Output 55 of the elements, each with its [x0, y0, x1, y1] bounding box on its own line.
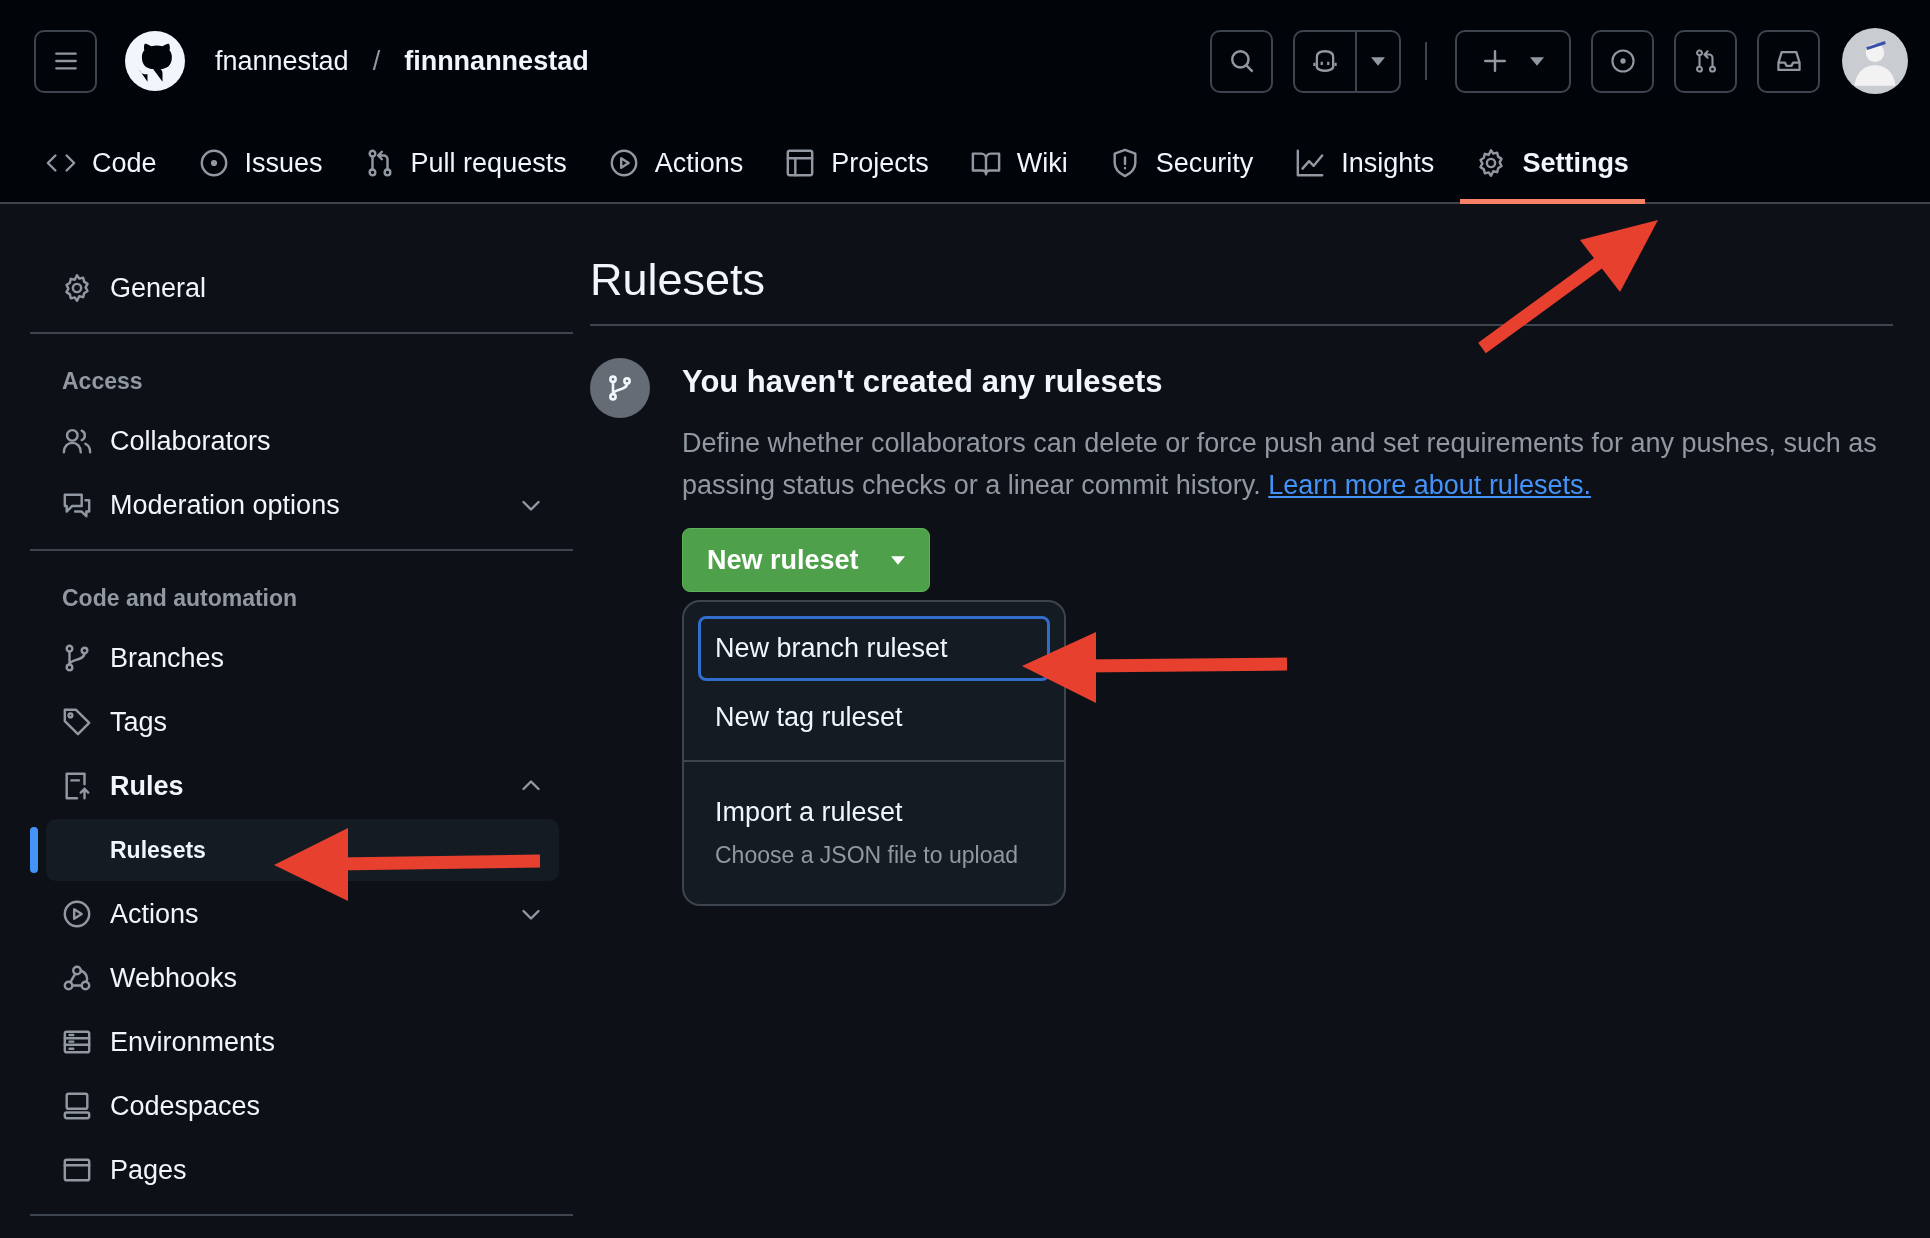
tab-label: Wiki [1016, 147, 1068, 179]
sidebar-item[interactable]: General [30, 256, 573, 320]
sidebar-item[interactable]: Environments [30, 1010, 573, 1074]
menu-item-label: New tag ruleset [715, 702, 904, 733]
section-heading: Code and automation [61, 584, 299, 613]
sidebar-item[interactable]: Pages [30, 1138, 573, 1202]
item-label: General [110, 272, 208, 304]
item-label: Rules [110, 770, 185, 802]
path-separator: / [372, 45, 381, 77]
repo-tab[interactable]: Wiki [954, 122, 1084, 204]
menu-item[interactable]: New branch ruleset [698, 616, 1050, 681]
sidebar-item[interactable]: Rules [30, 754, 573, 818]
repo-tab[interactable]: Actions [592, 122, 760, 204]
menu-item-description: Choose a JSON file to upload [715, 842, 1019, 869]
item-label: Environments [110, 1026, 277, 1058]
repo-tab[interactable]: Insights [1279, 122, 1451, 204]
sidebar-item[interactable]: Tags [30, 690, 573, 754]
empty-state-description: Define whether collaborators can delete or force push and set requirements for any pushes, such as passing status checks or a linear commit history. Learn more about rulesets. [682, 427, 1878, 502]
tab-label: Insights [1341, 147, 1435, 179]
menu-item[interactable]: Import a ruleset Choose a JSON file to upload [698, 780, 1050, 886]
item-label: Actions [110, 898, 200, 930]
menu-item[interactable]: New tag ruleset [698, 685, 1050, 750]
tab-label: Pull requests [410, 147, 567, 179]
learn-more-link[interactable]: Learn more about rulesets. [1268, 470, 1591, 500]
menu-item-label: New branch ruleset [715, 633, 949, 664]
item-label: Pages [110, 1154, 188, 1186]
sidebar-item[interactable]: Branches [30, 626, 573, 690]
sidebar-item[interactable]: Moderation options [30, 473, 573, 537]
item-label: Webhooks [110, 962, 239, 994]
tab-label: Security [1155, 147, 1254, 179]
tab-label: Projects [831, 147, 929, 179]
item-label: Collaborators [110, 425, 272, 457]
item-label: Branches [110, 642, 226, 674]
item-label: Moderation options [110, 489, 341, 521]
repo-tab[interactable]: Code [30, 122, 173, 204]
tab-label: Issues [244, 147, 323, 179]
repo-tab[interactable]: Projects [769, 122, 945, 204]
sidebar-item[interactable]: Actions [30, 882, 573, 946]
menu-item-label: Import a ruleset [715, 797, 904, 828]
repo-tab[interactable]: Security [1093, 122, 1270, 204]
tab-label: Actions [654, 147, 744, 179]
repo-tab[interactable]: Pull requests [348, 122, 583, 204]
item-label: Codespaces [110, 1090, 262, 1122]
repo-name-link[interactable]: finnnannestad [404, 45, 589, 77]
item-label: Tags [110, 706, 169, 738]
repo-tab[interactable]: Settings [1460, 122, 1645, 204]
tab-label: Code [92, 147, 157, 179]
sidebar-item[interactable]: Webhooks [30, 946, 573, 1010]
tab-label: Settings [1522, 147, 1629, 179]
section-heading: Access [61, 367, 144, 396]
repo-owner-link[interactable]: fnannestad [215, 45, 349, 77]
sidebar-item[interactable]: Collaborators [30, 409, 573, 473]
empty-state-heading: You haven't created any rulesets [682, 364, 1164, 400]
sidebar-item[interactable]: Codespaces [30, 1074, 573, 1138]
repo-tab[interactable]: Issues [182, 122, 339, 204]
